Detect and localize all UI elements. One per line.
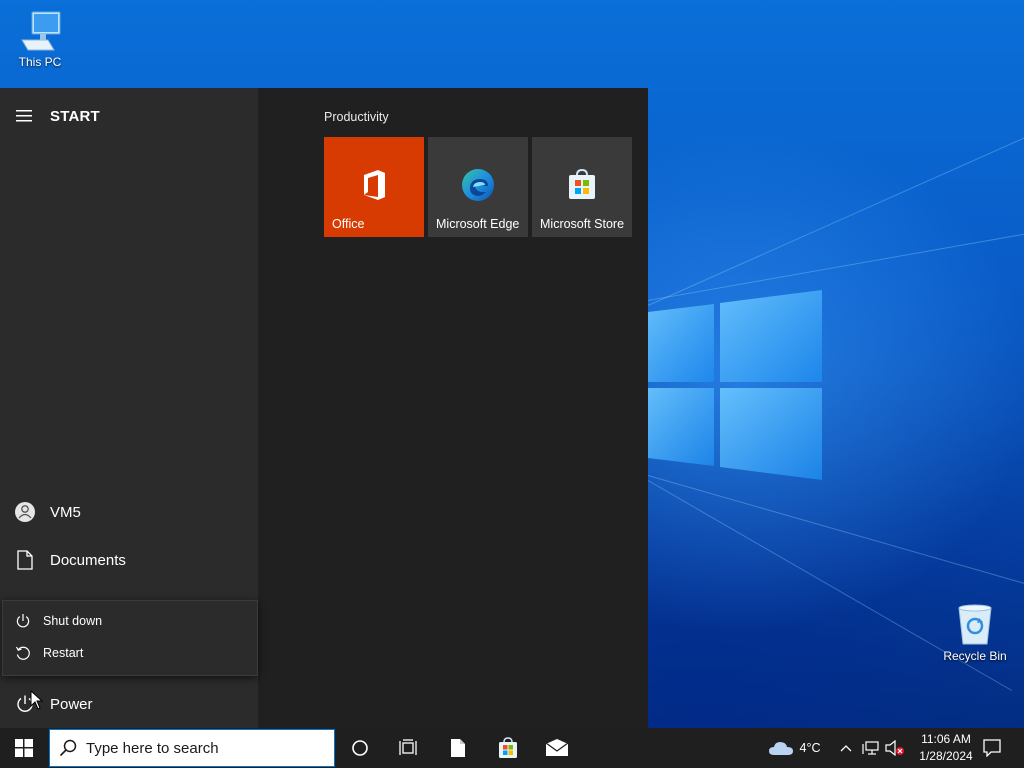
store-icon bbox=[499, 737, 517, 758]
tile-label: Microsoft Edge bbox=[436, 217, 520, 231]
network-status-button[interactable] bbox=[860, 728, 882, 768]
mail-icon bbox=[545, 739, 569, 756]
weather-widget[interactable]: 4°C bbox=[758, 728, 830, 768]
desktop-icon-recycle-bin[interactable]: Recycle Bin bbox=[937, 602, 1013, 663]
documents-button[interactable]: Documents bbox=[0, 538, 258, 582]
tile-office[interactable]: Office bbox=[324, 137, 424, 237]
action-center-button[interactable] bbox=[978, 728, 1006, 768]
task-view-icon bbox=[399, 739, 417, 755]
start-menu-title: START bbox=[50, 107, 100, 125]
computer-icon bbox=[21, 11, 61, 51]
desktop-icon-label: This PC bbox=[18, 55, 62, 69]
power-label: Power bbox=[50, 695, 93, 713]
start-menu: START VM5 Documents Power Shut down Rest… bbox=[0, 88, 648, 728]
start-menu-header: START bbox=[0, 100, 258, 132]
desktop-icon-this-pc[interactable]: This PC bbox=[2, 10, 78, 69]
tile-label: Microsoft Store bbox=[540, 217, 625, 231]
search-input[interactable] bbox=[86, 739, 326, 757]
restart-menu-item[interactable]: Restart bbox=[3, 638, 257, 668]
cortana-icon bbox=[352, 740, 368, 756]
restart-icon bbox=[3, 645, 43, 661]
light-beam bbox=[647, 134, 1024, 306]
network-icon bbox=[862, 741, 879, 755]
weather-temperature: 4°C bbox=[799, 741, 821, 755]
restart-label: Restart bbox=[43, 646, 84, 660]
file-icon bbox=[451, 739, 465, 757]
cortana-button[interactable] bbox=[336, 728, 384, 768]
tile-microsoft-store[interactable]: Microsoft Store bbox=[532, 137, 632, 237]
desktop-icon-label: Recycle Bin bbox=[943, 649, 1007, 663]
clock-date: 1/28/2024 bbox=[919, 749, 973, 763]
office-icon bbox=[364, 170, 385, 200]
user-avatar-icon bbox=[0, 501, 50, 523]
hamburger-menu-icon[interactable] bbox=[0, 109, 50, 123]
search-icon bbox=[50, 739, 86, 757]
edge-icon bbox=[462, 169, 494, 201]
power-options-menu: Shut down Restart bbox=[2, 600, 258, 676]
light-beam bbox=[647, 475, 1024, 592]
windows-logo-icon bbox=[15, 739, 33, 757]
taskbar-search-box[interactable] bbox=[49, 729, 335, 767]
windows-wallpaper-logo bbox=[648, 290, 822, 480]
taskbar-file-button[interactable] bbox=[434, 728, 482, 768]
user-account-button[interactable]: VM5 bbox=[0, 490, 258, 534]
tile-group-label: Productivity bbox=[324, 110, 389, 124]
tile-microsoft-edge[interactable]: Microsoft Edge bbox=[428, 137, 528, 237]
mouse-cursor-icon bbox=[30, 690, 44, 710]
shutdown-label: Shut down bbox=[43, 614, 103, 628]
chevron-up-icon bbox=[840, 745, 852, 752]
task-view-button[interactable] bbox=[384, 728, 432, 768]
start-button[interactable] bbox=[0, 728, 48, 768]
shutdown-menu-item[interactable]: Shut down bbox=[3, 606, 257, 636]
recycle-bin-icon bbox=[958, 604, 992, 645]
tile-label: Office bbox=[332, 217, 365, 231]
notification-icon bbox=[983, 739, 1001, 757]
taskbar-store-button[interactable] bbox=[484, 728, 532, 768]
cloud-icon bbox=[768, 742, 793, 755]
taskbar-clock[interactable]: 11:06 AM 1/28/2024 bbox=[908, 731, 984, 765]
show-hidden-icons-button[interactable] bbox=[836, 728, 856, 768]
volume-button[interactable] bbox=[884, 728, 906, 768]
documents-label: Documents bbox=[50, 551, 126, 569]
power-icon bbox=[3, 613, 43, 629]
volume-muted-icon bbox=[885, 740, 904, 756]
taskbar: 4°C 11:06 AM 1/28/2024 bbox=[0, 728, 1024, 768]
taskbar-mail-button[interactable] bbox=[533, 728, 581, 768]
document-icon bbox=[0, 550, 50, 570]
user-name: VM5 bbox=[50, 503, 81, 521]
store-icon bbox=[569, 168, 595, 199]
clock-time: 11:06 AM bbox=[921, 732, 971, 746]
